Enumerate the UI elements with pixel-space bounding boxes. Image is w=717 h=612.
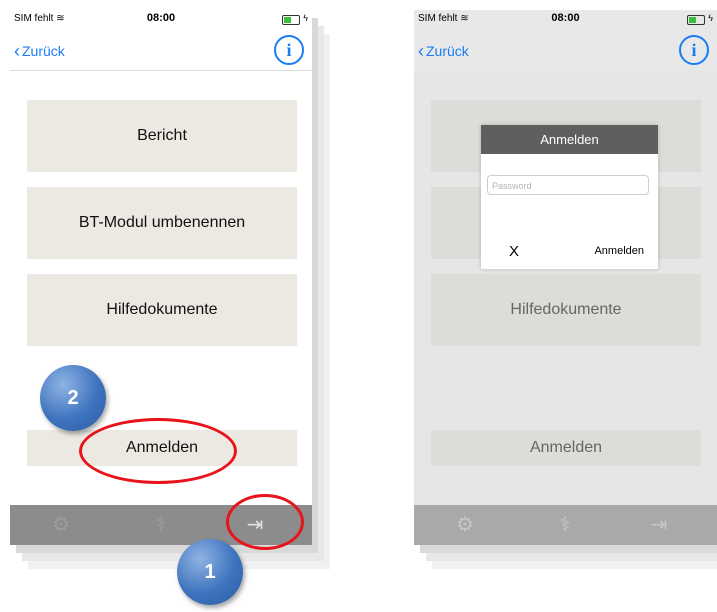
machine-icon[interactable]: ⚙: [46, 511, 76, 539]
report-button[interactable]: Bericht: [27, 100, 297, 172]
nav-bar: ‹ Zurück i: [414, 30, 717, 71]
machine-icon: ⚙: [456, 514, 474, 536]
stethoscope-icon: ⚕: [559, 514, 571, 536]
status-bar: SIM fehlt ≋ 08:00 ϟ: [414, 10, 717, 30]
dialog-title: Anmelden: [481, 125, 658, 154]
cancel-button[interactable]: X: [509, 243, 519, 260]
charging-icon: ϟ: [708, 13, 713, 23]
charging-icon: ϟ: [303, 13, 308, 23]
clock: 08:00: [146, 12, 176, 24]
phone-screen-login-dialog: SIM fehlt ≋ 08:00 ϟ ‹ Zurück i Hilfedokum…: [414, 10, 717, 545]
rename-bt-module-button[interactable]: BT-Modul umbenennen: [27, 187, 297, 259]
nav-bar: ‹ Zurück i: [10, 30, 312, 71]
clock: 08:00: [551, 12, 580, 24]
tab-bar: ⚙ ⚕ ⇥: [414, 505, 717, 545]
confirm-login-button[interactable]: Anmelden: [594, 245, 644, 257]
chevron-left-icon: ‹: [14, 41, 20, 61]
help-documents-button[interactable]: Hilfedokumente: [27, 274, 297, 346]
password-input[interactable]: Password: [487, 175, 649, 195]
info-icon[interactable]: i: [679, 35, 709, 65]
battery-icon: [282, 15, 300, 25]
help-documents-button: Hilfedokumente: [431, 274, 701, 346]
info-icon[interactable]: i: [274, 35, 304, 65]
step-marker-1: 1: [177, 539, 243, 605]
status-bar: SIM fehlt ︎≋ 08:00 ϟ: [10, 10, 312, 30]
chevron-left-icon: ‹: [418, 41, 424, 61]
step-marker-2: 2: [40, 365, 106, 431]
highlight-login-ring: [79, 418, 237, 484]
stethoscope-icon[interactable]: ⚕: [146, 511, 176, 539]
back-button[interactable]: ‹ Zurück: [14, 40, 65, 61]
login-button: Anmelden: [431, 430, 701, 466]
battery-icon: [687, 15, 705, 25]
highlight-logout-ring: [226, 494, 304, 550]
login-dialog: Anmelden Password X Anmelden: [481, 125, 658, 269]
back-button[interactable]: ‹ Zurück: [418, 40, 469, 61]
logout-icon: ⇥: [650, 514, 668, 536]
